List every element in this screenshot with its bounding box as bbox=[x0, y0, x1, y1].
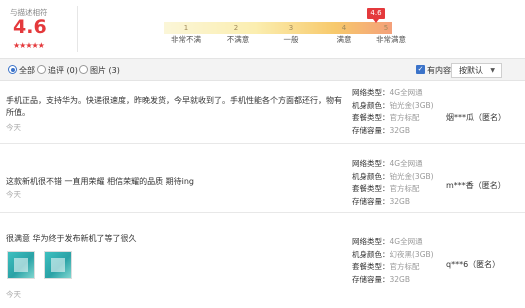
review-item: 这款新机很不错 一直用荣耀 相信荣耀的品质 期待ing 今天 网络类型：4G全网… bbox=[0, 144, 525, 213]
attr-key: 存储容量： bbox=[352, 125, 390, 135]
level-label: 非常满意 bbox=[376, 35, 406, 44]
attr-color: 铂光金(3GB) bbox=[389, 100, 434, 110]
attr-key: 机身颜色： bbox=[352, 100, 390, 110]
rating-gauge bbox=[164, 22, 392, 34]
attr-key: 机身颜色： bbox=[352, 171, 390, 181]
gauge-tick: 4 bbox=[341, 24, 347, 32]
has-content-checkbox[interactable]: ✓ bbox=[416, 65, 425, 74]
attr-network: 4G全网通 bbox=[389, 88, 423, 97]
attr-key: 网络类型： bbox=[352, 159, 390, 168]
divider bbox=[77, 6, 78, 52]
attr-package: 官方标配 bbox=[389, 184, 420, 193]
attr-color: 铂光金(3GB) bbox=[389, 171, 434, 181]
product-attributes: 网络类型：4G全网通 机身颜色：铂光金(3GB) 套餐类型：官方标配 存储容量：… bbox=[352, 87, 434, 137]
attr-key: 网络类型： bbox=[352, 88, 390, 97]
rating-summary: 与描述相符 4.6 ★★★★★ 4.6 1 2 3 4 5 非常不满 不满意 一… bbox=[0, 0, 525, 58]
gauge-tick: 3 bbox=[288, 24, 294, 32]
has-content-label[interactable]: 有内容 bbox=[427, 65, 451, 76]
chevron-down-icon: ▼ bbox=[490, 67, 495, 74]
review-photo[interactable] bbox=[44, 251, 72, 279]
overall-score: 4.6 bbox=[13, 16, 47, 38]
review-text: 这款新机很不错 一直用荣耀 相信荣耀的品质 期待ing bbox=[6, 177, 194, 186]
radio-all[interactable] bbox=[8, 65, 17, 74]
gauge-tick: 1 bbox=[183, 24, 189, 32]
attr-package: 官方标配 bbox=[389, 262, 420, 271]
attr-key: 套餐类型： bbox=[352, 184, 390, 193]
radio-followup[interactable] bbox=[37, 65, 46, 74]
attr-key: 套餐类型： bbox=[352, 262, 390, 271]
star-rating: ★★★★★ bbox=[13, 41, 45, 50]
radio-pictures[interactable] bbox=[79, 65, 88, 74]
review-text: 手机正品，支持华为。快递很速度，昨晚发货，今早就收到了。手机性能各个方面都还行，… bbox=[6, 96, 342, 117]
attr-storage: 32GB bbox=[389, 196, 411, 206]
score-marker: 4.6 bbox=[367, 8, 385, 23]
level-label: 不满意 bbox=[226, 35, 250, 44]
filter-pictures-label[interactable]: 图片 (3) bbox=[90, 65, 120, 76]
level-label: 一般 bbox=[283, 35, 299, 44]
review-photo[interactable] bbox=[7, 251, 35, 279]
review-date: 今天 bbox=[6, 190, 21, 199]
filter-followup-label[interactable]: 追评 (0) bbox=[48, 65, 78, 76]
level-label: 非常不满 bbox=[171, 35, 201, 44]
attr-storage: 32GB bbox=[389, 274, 411, 284]
review-date: 今天 bbox=[6, 290, 21, 299]
reviewer-name[interactable]: 烟***瓜（匿名） bbox=[446, 112, 506, 123]
review-text: 很满意 华为终于发布新机了等了很久 bbox=[6, 234, 137, 243]
attr-key: 机身颜色： bbox=[352, 249, 390, 259]
attr-color: 幻夜黑(3GB) bbox=[389, 249, 434, 259]
gauge-tick: 2 bbox=[233, 24, 239, 32]
reviewer-name[interactable]: m***香（匿名） bbox=[446, 180, 506, 191]
review-date: 今天 bbox=[6, 123, 21, 132]
gauge-tick: 5 bbox=[383, 24, 389, 32]
review-item: 手机正品，支持华为。快递很速度，昨晚发货，今早就收到了。手机性能各个方面都还行，… bbox=[0, 82, 525, 144]
attr-key: 存储容量： bbox=[352, 274, 390, 284]
review-item: 很满意 华为终于发布新机了等了很久 今天 网络类型：4G全网通 机身颜色：幻夜黑… bbox=[0, 213, 525, 308]
reviewer-name[interactable]: q***6（匿名） bbox=[446, 259, 500, 270]
attr-key: 存储容量： bbox=[352, 196, 390, 206]
review-filter-bar: 全部 追评 (0) 图片 (3) ✓ 有内容 按默认 ▼ bbox=[0, 58, 525, 81]
level-label: 满意 bbox=[336, 35, 352, 44]
attr-network: 4G全网通 bbox=[389, 159, 423, 168]
attr-key: 网络类型： bbox=[352, 237, 390, 246]
attr-network: 4G全网通 bbox=[389, 237, 423, 246]
sort-dropdown[interactable]: 按默认 ▼ bbox=[451, 63, 502, 78]
filter-all-label[interactable]: 全部 bbox=[19, 65, 35, 76]
attr-package: 官方标配 bbox=[389, 113, 420, 122]
attr-key: 套餐类型： bbox=[352, 113, 390, 122]
product-attributes: 网络类型：4G全网通 机身颜色：铂光金(3GB) 套餐类型：官方标配 存储容量：… bbox=[352, 158, 434, 208]
sort-label: 按默认 bbox=[459, 66, 483, 75]
product-attributes: 网络类型：4G全网通 机身颜色：幻夜黑(3GB) 套餐类型：官方标配 存储容量：… bbox=[352, 236, 434, 286]
attr-storage: 32GB bbox=[389, 125, 411, 135]
